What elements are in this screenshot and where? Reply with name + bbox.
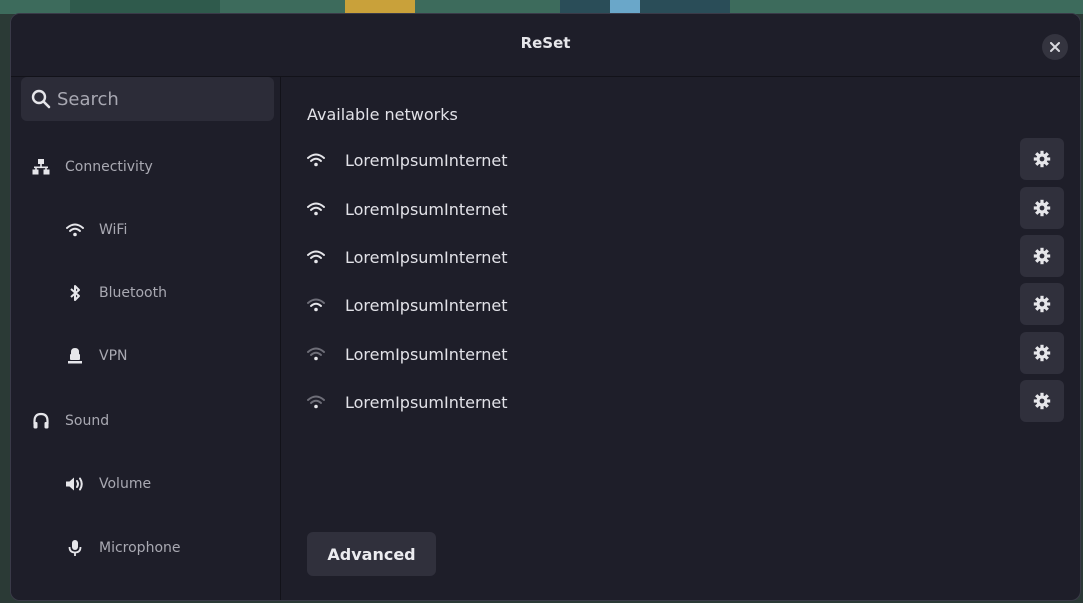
microphone-icon [65, 538, 85, 558]
window-title: ReSet [520, 34, 571, 52]
wifi-signal-icon [307, 202, 325, 216]
sidebar: Search Connectivity WiFi Bluetooth VPN S… [11, 77, 281, 600]
network-ssid: LoremIpsumInternet [345, 199, 508, 219]
network-ssid: LoremIpsumInternet [345, 392, 508, 412]
network-row[interactable]: LoremIpsumInternet [307, 332, 1064, 376]
sidebar-item-connectivity[interactable]: Connectivity [11, 147, 300, 187]
sidebar-item-label: VPN [99, 348, 128, 364]
wifi-signal-icon [307, 250, 325, 264]
network-settings-button[interactable] [1020, 332, 1064, 374]
network-ssid: LoremIpsumInternet [345, 247, 508, 267]
search-icon [31, 89, 51, 109]
sidebar-item-label: Sound [65, 413, 110, 429]
advanced-button[interactable]: Advanced [307, 532, 436, 576]
title-bar: ReSet [11, 14, 1080, 77]
section-title: Available networks [307, 105, 458, 124]
close-icon [1050, 42, 1060, 52]
gear-icon [1033, 150, 1051, 168]
sidebar-item-label: Connectivity [65, 159, 153, 175]
sidebar-item-label: Bluetooth [99, 285, 167, 301]
speaker-icon [65, 474, 85, 494]
network-row[interactable]: LoremIpsumInternet [307, 187, 1064, 231]
network-settings-button[interactable] [1020, 283, 1064, 325]
wifi-signal-icon [307, 395, 325, 409]
main-panel: Available networks LoremIpsumInternet Lor… [281, 77, 1080, 600]
network-settings-button[interactable] [1020, 235, 1064, 277]
sidebar-item-label: Microphone [99, 540, 181, 556]
close-button[interactable] [1042, 34, 1068, 60]
sidebar-item-sound[interactable]: Sound [11, 401, 300, 441]
wifi-signal-icon [307, 298, 325, 312]
wifi-icon [65, 220, 85, 240]
headphones-icon [31, 411, 51, 431]
desktop-wallpaper [0, 0, 1083, 14]
gear-icon [1033, 295, 1051, 313]
bluetooth-icon [65, 283, 85, 303]
network-settings-button[interactable] [1020, 138, 1064, 180]
search-field[interactable]: Search [21, 77, 274, 121]
search-placeholder: Search [57, 88, 119, 110]
wifi-signal-icon [307, 153, 325, 167]
wifi-signal-icon [307, 347, 325, 361]
network-settings-button[interactable] [1020, 380, 1064, 422]
sidebar-item-label: WiFi [99, 222, 128, 238]
vpn-icon [65, 346, 85, 366]
gear-icon [1033, 392, 1051, 410]
network-ssid: LoremIpsumInternet [345, 150, 508, 170]
settings-window: ReSet Search Connectivity WiFi Bluetooth… [10, 13, 1081, 601]
network-row[interactable]: LoremIpsumInternet [307, 235, 1064, 279]
network-icon [31, 157, 51, 177]
network-row[interactable]: LoremIpsumInternet [307, 380, 1064, 424]
gear-icon [1033, 247, 1051, 265]
network-settings-button[interactable] [1020, 187, 1064, 229]
gear-icon [1033, 344, 1051, 362]
network-ssid: LoremIpsumInternet [345, 295, 508, 315]
sidebar-item-label: Volume [99, 476, 152, 492]
network-row[interactable]: LoremIpsumInternet [307, 138, 1064, 182]
gear-icon [1033, 199, 1051, 217]
network-row[interactable]: LoremIpsumInternet [307, 283, 1064, 327]
network-ssid: LoremIpsumInternet [345, 344, 508, 364]
